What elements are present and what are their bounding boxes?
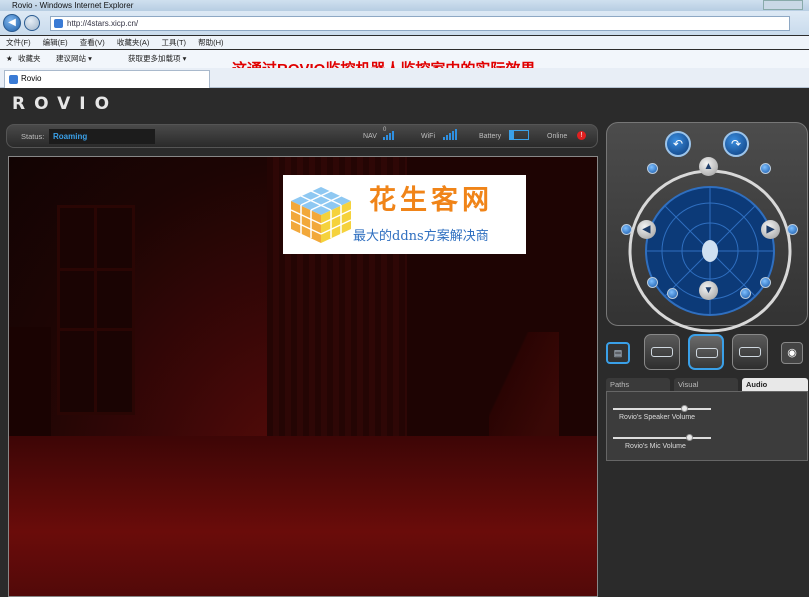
back-right-dot[interactable] xyxy=(740,288,751,299)
watermark-subtitle: 最大的ddns方案解决商 xyxy=(353,229,489,244)
menu-view[interactable]: 查看(V) xyxy=(80,38,105,47)
nav-label: NAV xyxy=(363,133,377,140)
mic-volume-label: Rovio's Mic Volume xyxy=(625,443,686,450)
diagonal-forward-left-dot[interactable] xyxy=(647,163,658,174)
video-scene xyxy=(9,436,597,596)
direction-pad[interactable] xyxy=(625,166,795,336)
back-left-dot[interactable] xyxy=(667,288,678,299)
mic-volume-slider[interactable] xyxy=(613,434,711,441)
movement-control-panel: ↶ ↷ ▲ ▼ ◀ ▶ xyxy=(606,122,808,333)
video-scene xyxy=(9,327,51,447)
speaker-volume-knob[interactable] xyxy=(681,405,689,412)
address-input[interactable]: http://4stars.xicp.cn/ xyxy=(50,16,790,31)
strafe-right-dot[interactable] xyxy=(787,224,798,235)
camera-snapshot-icon[interactable]: ◉ xyxy=(781,342,803,364)
window-controls[interactable] xyxy=(763,0,803,10)
backward-arrow-button[interactable]: ▼ xyxy=(699,281,718,300)
nav-signal-icon xyxy=(383,131,394,140)
tab-icon xyxy=(9,75,18,84)
left-arrow-button[interactable]: ◀ xyxy=(637,220,656,239)
tab-visual[interactable]: Visual xyxy=(674,378,738,391)
online-label: Online xyxy=(547,133,568,140)
watermark-title: 花生客网 xyxy=(369,185,493,216)
rovio-logo: ROVIO xyxy=(12,94,119,114)
tab-paths[interactable]: Paths xyxy=(606,378,670,391)
video-scene xyxy=(489,332,559,452)
menu-edit[interactable]: 编辑(E) xyxy=(43,38,68,47)
wifi-signal-icon xyxy=(443,129,457,140)
status-bar: Status: Roaming NAV 0 WiFi Battery Onlin… xyxy=(6,124,598,148)
head-high-button[interactable] xyxy=(732,334,768,370)
head-low-button[interactable] xyxy=(644,334,680,370)
tab-row: Rovio xyxy=(0,68,809,88)
status-value: Roaming xyxy=(49,129,155,144)
window-title: Rovio - Windows Internet Explorer xyxy=(12,1,134,10)
diagonal-back-right-dot[interactable] xyxy=(760,277,771,288)
back-button[interactable]: ◀ xyxy=(3,14,21,32)
diagonal-forward-right-dot[interactable] xyxy=(760,163,771,174)
watermark-logo: 花生客网 最大的ddns方案解决商 xyxy=(283,175,526,254)
suggested-sites-link[interactable]: 建议网站 ▾ xyxy=(56,50,92,68)
headlight-button[interactable]: ▤ xyxy=(606,342,630,364)
speaker-volume-label: Rovio's Speaker Volume xyxy=(619,414,696,421)
menu-favorites[interactable]: 收藏夹(A) xyxy=(117,38,150,47)
right-arrow-button[interactable]: ▶ xyxy=(761,220,780,239)
tab-title: Rovio xyxy=(21,74,42,83)
page-icon xyxy=(54,19,63,28)
menu-file[interactable]: 文件(F) xyxy=(6,38,31,47)
window-title-bar: Rovio - Windows Internet Explorer xyxy=(0,0,809,11)
cube-logo-icon xyxy=(290,187,352,243)
diagonal-back-left-dot[interactable] xyxy=(647,277,658,288)
forward-arrow-button[interactable]: ▲ xyxy=(699,157,718,176)
address-bar-row: ◀ http://4stars.xicp.cn/ xyxy=(0,11,809,35)
menu-help[interactable]: 帮助(H) xyxy=(198,38,223,47)
strafe-left-dot[interactable] xyxy=(621,224,632,235)
favorites-button[interactable]: 收藏夹 xyxy=(18,50,41,68)
status-label: Status: xyxy=(21,132,45,141)
address-text: http://4stars.xicp.cn/ xyxy=(67,19,139,28)
battery-icon xyxy=(509,130,529,140)
favorites-star-icon: ★ xyxy=(6,54,13,63)
rotate-right-button[interactable]: ↷ xyxy=(723,131,749,157)
forward-button[interactable] xyxy=(24,15,40,31)
battery-label: Battery xyxy=(479,133,502,140)
audio-panel: Rovio's Speaker Volume Rovio's Mic Volum… xyxy=(606,391,808,461)
menu-bar: 文件(F) 编辑(E) 查看(V) 收藏夹(A) 工具(T) 帮助(H) xyxy=(0,36,809,49)
camera-position-bar: ▤ ◉ xyxy=(606,334,808,372)
tab-audio[interactable]: Audio xyxy=(742,378,808,391)
tab-rovio[interactable]: Rovio xyxy=(4,70,210,88)
speaker-volume-slider[interactable] xyxy=(613,405,711,412)
rotate-left-button[interactable]: ↶ xyxy=(665,131,691,157)
video-scene xyxy=(57,205,135,415)
mic-volume-knob[interactable] xyxy=(685,434,693,441)
settings-tabs: Paths Visual Audio xyxy=(606,378,808,391)
head-mid-button[interactable] xyxy=(688,334,724,370)
online-status-icon: ! xyxy=(577,131,586,140)
wifi-label: WiFi xyxy=(421,133,435,140)
get-addons-link[interactable]: 获取更多加载项 ▾ xyxy=(128,50,186,68)
menu-tools[interactable]: 工具(T) xyxy=(161,38,186,47)
